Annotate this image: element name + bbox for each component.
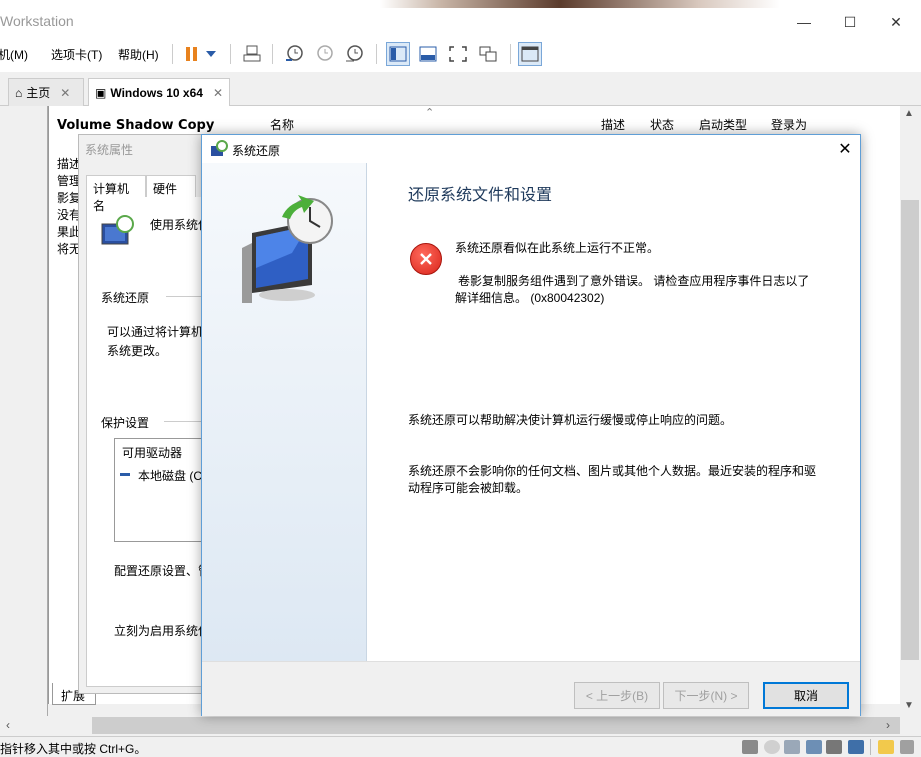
close-tab-icon[interactable]: ✕	[213, 86, 223, 100]
system-restore-section-label: 系统还原	[101, 291, 150, 305]
close-button[interactable]: ✕	[873, 8, 919, 36]
vertical-scrollbar-thumb[interactable]	[901, 200, 919, 660]
close-tab-icon[interactable]: ✕	[60, 86, 70, 100]
dialog-title-bar: 系统还原 ✕	[202, 135, 860, 163]
dialog-title: 系统还原	[232, 144, 281, 158]
network-adapter-icon[interactable]	[806, 740, 822, 754]
section-divider	[164, 421, 204, 422]
column-header-name[interactable]: 名称	[270, 116, 294, 133]
error-icon	[410, 243, 442, 275]
column-header-status[interactable]: 状态	[650, 116, 674, 133]
back-button[interactable]: < 上一步(B)	[574, 682, 660, 709]
fullscreen-icon[interactable]	[446, 42, 470, 66]
snapshot-icon[interactable]	[282, 42, 306, 66]
error-detail-line: 解详细信息。 (0x80042302)	[455, 291, 605, 305]
menu-vm[interactable]: 机(M)	[0, 46, 28, 63]
info-text: 系统还原可以帮助解决使计算机运行缓慢或停止响应的问题。	[408, 413, 733, 427]
drive-list-item[interactable]: 本地磁盘 (C	[138, 467, 202, 484]
system-properties-title: 系统属性	[85, 143, 134, 157]
dialog-footer	[202, 661, 860, 716]
show-library-icon[interactable]	[386, 42, 410, 66]
title-bar: Workstation — ☐ ✕	[0, 8, 921, 36]
configure-restore-text: 配置还原设置、管	[114, 564, 211, 578]
tab-bar: ⌂ 主页 ✕ ▣ Windows 10 x64 ✕	[0, 72, 921, 107]
system-restore-small-icon	[210, 140, 228, 161]
sort-up-icon: ⌃	[425, 107, 435, 119]
column-header-desc[interactable]: 描述	[601, 116, 625, 133]
menu-bar: 机(M) 选项卡(T) 帮助(H)	[0, 36, 921, 72]
service-title: Volume Shadow Copy	[57, 118, 215, 133]
horizontal-scrollbar-thumb[interactable]	[92, 717, 900, 734]
console-view-icon[interactable]	[518, 42, 542, 66]
create-restore-point-text: 立刻为启用系统保	[114, 624, 211, 638]
system-protection-icon	[100, 214, 134, 251]
minimize-button[interactable]: —	[781, 8, 827, 36]
toolbar-separator	[510, 44, 511, 64]
restore-desc-line: 系统更改。	[107, 344, 168, 358]
app-title: Workstation	[0, 13, 74, 29]
toolbar-separator	[230, 44, 231, 64]
scroll-up-arrow-icon[interactable]: ▲	[904, 108, 914, 119]
tab-computer-name[interactable]: 计算机名	[86, 175, 146, 213]
menu-tabs[interactable]: 选项卡(T)	[51, 46, 102, 63]
tab-home[interactable]: ⌂ 主页 ✕	[8, 78, 84, 106]
maximize-button[interactable]: ☐	[827, 8, 873, 36]
tab-hardware[interactable]: 硬件	[146, 175, 196, 197]
tab-label: 主页	[26, 86, 51, 100]
pause-dropdown-icon[interactable]	[202, 42, 220, 66]
usb-device-icon[interactable]	[848, 740, 864, 754]
system-restore-dialog: 系统还原 ✕ 还原系统文件和设置 系统还原看似在此系统上运行不正常。 卷影复制服…	[201, 134, 861, 716]
scroll-right-arrow-icon[interactable]: ›	[886, 718, 890, 732]
floppy-icon[interactable]	[784, 740, 800, 754]
info-text: 系统还原不会影响你的任何文档、图片或其他个人数据。最近安装的程序和驱	[408, 464, 817, 478]
tab-windows10[interactable]: ▣ Windows 10 x64 ✕	[88, 78, 230, 107]
menu-help[interactable]: 帮助(H)	[118, 46, 159, 63]
dialog-heading: 还原系统文件和设置	[408, 187, 553, 204]
column-header-startup[interactable]: 启动类型	[699, 116, 747, 133]
drives-list-header[interactable]: 可用驱动器	[122, 444, 182, 461]
status-text: 指针移入其中或按 Ctrl+G。	[0, 742, 147, 756]
snapshot-manager-icon[interactable]	[342, 42, 366, 66]
system-restore-icon	[232, 193, 342, 308]
protection-settings-label: 保护设置	[101, 416, 150, 430]
send-ctrl-alt-del-icon[interactable]	[240, 42, 264, 66]
toolbar-separator	[376, 44, 377, 64]
restore-desc-line: 可以通过将计算机	[107, 325, 204, 339]
pause-icon[interactable]	[180, 42, 204, 66]
status-bar: 指针移入其中或按 Ctrl+G。	[0, 736, 921, 757]
error-detail-line: 卷影复制服务组件遇到了意外错误。 请检查应用程序事件日志以了	[458, 274, 810, 288]
vm-left-margin	[0, 106, 48, 716]
home-icon: ⌂	[15, 85, 23, 100]
dialog-side-panel	[202, 163, 367, 661]
desktop-background-strip	[0, 0, 921, 8]
error-title: 系统还原看似在此系统上运行不正常。	[455, 241, 660, 255]
info-text: 动程序可能会被卸载。	[408, 481, 529, 495]
section-divider	[166, 296, 206, 297]
cancel-button[interactable]: 取消	[763, 682, 849, 709]
status-menu-icon[interactable]	[900, 740, 914, 754]
scroll-down-arrow-icon[interactable]: ▼	[904, 700, 914, 711]
revert-snapshot-icon[interactable]	[312, 42, 336, 66]
next-button[interactable]: 下一步(N) >	[663, 682, 749, 709]
toolbar-separator	[272, 44, 273, 64]
scroll-left-arrow-icon[interactable]: ‹	[6, 718, 10, 732]
thumbnail-bar-icon[interactable]	[416, 42, 440, 66]
hard-disk-icon[interactable]	[742, 740, 758, 754]
dialog-close-button[interactable]: ✕	[832, 137, 858, 161]
vm-icon: ▣	[95, 86, 107, 100]
column-header-logon[interactable]: 登录为	[771, 116, 807, 133]
printer-icon[interactable]	[826, 740, 842, 754]
tab-label: Windows 10 x64	[110, 86, 203, 100]
toolbar-separator	[172, 44, 173, 64]
drive-icon: ▬	[120, 468, 130, 479]
message-log-icon[interactable]	[878, 740, 894, 754]
unity-icon[interactable]	[476, 42, 500, 66]
status-separator	[870, 739, 871, 755]
cd-dvd-icon[interactable]	[764, 740, 780, 754]
